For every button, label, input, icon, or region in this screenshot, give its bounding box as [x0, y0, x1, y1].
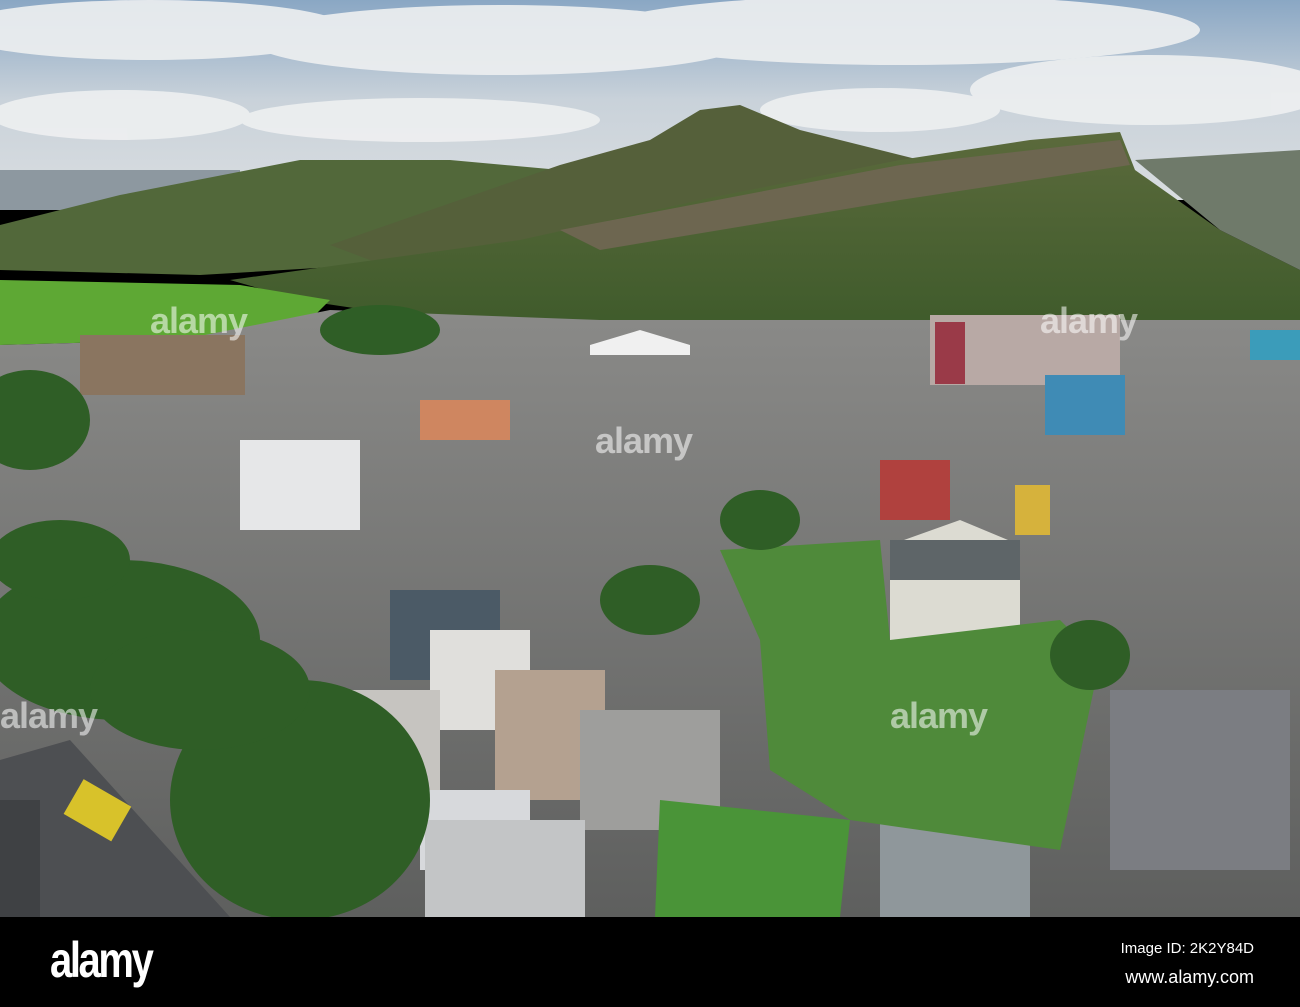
watermark: alamy [0, 695, 98, 736]
watermark: alamy [595, 420, 693, 461]
footer-bar: alamy Image ID: 2K2Y84D www.alamy.com [0, 917, 1300, 1007]
stock-photo-page: alamy alamy alamy alamy alamy alamy Imag… [0, 0, 1300, 1007]
watermark: alamy [1040, 300, 1138, 341]
website-url: www.alamy.com [1125, 967, 1254, 987]
watermark: alamy [150, 300, 248, 341]
image-id: Image ID: 2K2Y84D [1120, 940, 1254, 957]
lawn [655, 800, 850, 917]
alamy-logo: alamy [50, 932, 154, 988]
watermark: alamy [890, 695, 988, 736]
